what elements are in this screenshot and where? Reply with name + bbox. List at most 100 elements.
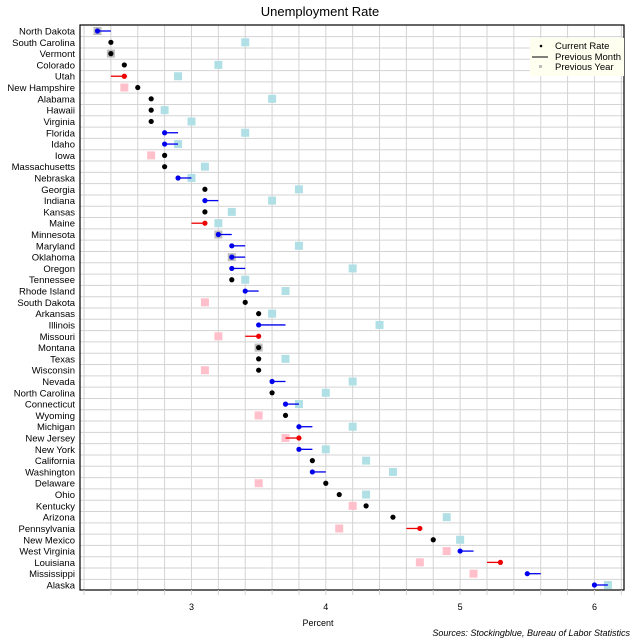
state-row <box>415 558 504 567</box>
current-rate-dot <box>524 571 530 577</box>
state-label: Tennessee <box>29 275 75 286</box>
state-row <box>162 162 209 171</box>
state-label: Nebraska <box>34 173 75 184</box>
state-row <box>162 128 250 137</box>
state-label: Maine <box>49 219 75 230</box>
current-rate-dot <box>242 299 248 305</box>
x-tick-label: 4 <box>323 602 328 612</box>
state-label: Alabama <box>38 94 76 105</box>
state-label: Texas <box>50 354 75 365</box>
previous-year-marker <box>174 72 183 81</box>
current-rate-dot <box>108 51 114 57</box>
x-tick-label: 6 <box>592 602 597 612</box>
previous-year-marker <box>442 513 451 522</box>
previous-year-marker <box>281 354 290 363</box>
current-rate-dot <box>215 231 221 238</box>
current-rate-dot <box>256 367 262 373</box>
previous-year-marker <box>254 479 263 488</box>
state-row <box>309 467 397 476</box>
current-rate-dot <box>175 175 181 181</box>
state-label: Wyoming <box>35 411 75 422</box>
state-row <box>214 332 262 341</box>
state-label: Michigan <box>37 422 75 433</box>
state-label: Pennsylvania <box>18 524 75 535</box>
state-label: Kentucky <box>36 501 75 512</box>
previous-year-marker <box>241 275 250 284</box>
legend-current-rate-marker <box>539 44 543 48</box>
current-rate-dot <box>202 209 208 215</box>
state-label: Indiana <box>44 196 76 207</box>
previous-year-marker <box>227 207 236 216</box>
current-rate-dot <box>162 141 168 147</box>
state-label: Nevada <box>42 377 75 388</box>
state-label: Connecticut <box>25 400 76 411</box>
state-row <box>229 275 250 284</box>
state-row <box>336 490 371 499</box>
state-label: South Carolina <box>12 38 76 49</box>
state-label: North Carolina <box>14 388 76 399</box>
previous-year-marker <box>335 524 344 533</box>
previous-year-marker <box>348 422 357 431</box>
legend-label-current-rate: Current Rate <box>555 41 609 52</box>
current-rate-dot <box>591 582 598 588</box>
state-row <box>227 253 246 262</box>
current-rate-dot <box>94 28 101 34</box>
state-label: Kansas <box>43 207 75 218</box>
state-row <box>282 400 303 409</box>
current-rate-dot <box>256 333 262 339</box>
state-row <box>335 524 423 533</box>
state-label: Ohio <box>55 490 75 501</box>
current-rate-dot <box>229 277 235 283</box>
previous-year-marker <box>200 162 209 171</box>
state-row <box>442 547 474 556</box>
state-label: New Jersey <box>25 434 75 445</box>
current-rate-dot <box>135 84 141 91</box>
state-label: Florida <box>46 128 76 139</box>
state-row <box>229 264 357 273</box>
state-row <box>256 354 290 363</box>
state-label: Arizona <box>43 513 76 524</box>
previous-year-marker <box>362 456 371 465</box>
state-row <box>202 207 236 216</box>
previous-year-marker <box>348 377 357 386</box>
previous-year-marker <box>214 60 223 69</box>
state-label: California <box>35 456 76 467</box>
previous-year-marker <box>200 366 209 375</box>
current-rate-dot <box>202 220 208 226</box>
state-label: Maryland <box>36 241 75 252</box>
state-row <box>269 377 357 386</box>
state-label: Iowa <box>55 151 76 162</box>
state-row <box>254 479 329 488</box>
current-rate-dot <box>121 73 127 79</box>
state-label: Rhode Island <box>19 287 75 298</box>
current-rate-dot <box>162 164 168 170</box>
current-rate-dot <box>296 446 302 452</box>
previous-year-marker <box>268 94 277 103</box>
unemployment-dot-plot: Unemployment Rate North DakotaSouth Caro… <box>7 4 630 638</box>
x-tick-label: 5 <box>458 602 463 612</box>
current-rate-dot <box>309 469 315 475</box>
previous-year-marker <box>200 298 209 307</box>
state-row <box>202 185 303 194</box>
state-label: Delaware <box>35 479 75 490</box>
current-rate-dot <box>323 480 329 486</box>
previous-year-marker <box>268 309 277 318</box>
state-row <box>214 230 232 239</box>
state-row <box>106 49 115 58</box>
state-label: Wisconsin <box>32 366 75 377</box>
current-rate-dot <box>430 537 436 543</box>
state-row <box>390 513 451 522</box>
current-rate-dot <box>497 559 504 565</box>
previous-year-marker <box>294 185 303 194</box>
state-row <box>108 38 250 47</box>
state-row <box>148 94 277 103</box>
current-rate-dot <box>121 62 127 68</box>
current-rate-dot <box>363 503 369 509</box>
current-rate-dot <box>390 514 396 520</box>
state-label: Idaho <box>51 140 75 151</box>
previous-year-marker <box>362 490 371 499</box>
state-row <box>269 388 330 397</box>
current-rate-dot <box>242 288 248 294</box>
state-label: North Dakota <box>19 27 76 38</box>
current-rate-dot <box>296 435 302 441</box>
